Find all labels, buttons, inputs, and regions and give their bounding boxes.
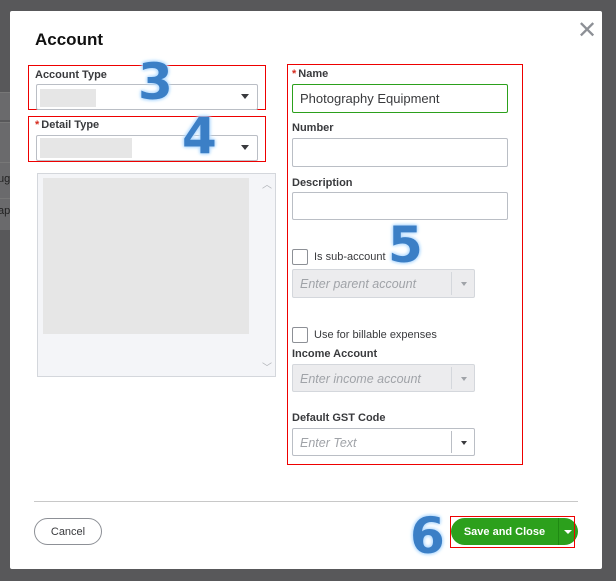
chevron-down-icon [461,282,467,286]
name-label: * Name [292,68,328,80]
footer-divider [34,501,578,502]
number-label: Number [292,122,334,134]
annotation-number: 6 [410,507,445,565]
billable-label: Use for billable expenses [314,329,437,341]
chevron-down-icon [241,94,249,99]
chevron-down-icon [241,145,249,150]
gst-code-label: Default GST Code [292,412,386,424]
background-text: ug [0,173,11,185]
cancel-label: Cancel [50,525,86,538]
highlight-box [450,516,575,548]
name-label-text: Name [298,68,329,80]
cancel-button[interactable]: Cancel [34,518,102,545]
account-dialog: Account ✕ Account Type * Detail Type ︿ ﹀ … [10,11,602,569]
scroll-up-icon[interactable]: ︿ [262,176,272,191]
annotation-number: 5 [388,216,423,274]
detail-type-label: * Detail Type [35,119,99,131]
description-label: Description [292,177,353,189]
sub-account-label: Is sub-account [314,251,386,263]
detail-description-box: ︿ ﹀ [37,173,276,377]
parent-account-select[interactable]: Enter parent account [292,269,475,298]
chevron-down-icon [461,441,467,445]
income-account-placeholder: Enter income account [300,372,421,386]
account-type-value [40,89,96,107]
name-input[interactable]: Photography Equipment [292,84,508,113]
gst-code-placeholder: Enter Text [300,436,357,450]
detail-type-select[interactable] [36,135,258,161]
account-type-label: Account Type [35,69,107,81]
annotation-number: 3 [138,53,173,111]
detail-type-value [40,138,132,158]
annotation-number: 4 [182,107,217,165]
required-mark: * [35,119,40,131]
sub-account-checkbox[interactable] [292,249,308,265]
chevron-down-icon [461,377,467,381]
billable-checkbox[interactable] [292,327,308,343]
close-icon[interactable]: ✕ [577,16,597,45]
detail-type-label-text: Detail Type [41,119,100,131]
parent-account-placeholder: Enter parent account [300,277,417,291]
gst-code-select[interactable]: Enter Text [292,428,475,456]
scroll-down-icon[interactable]: ﹀ [262,359,272,374]
background-text: ap [0,205,11,217]
income-account-select[interactable]: Enter income account [292,364,475,392]
income-account-label: Income Account [292,348,378,360]
number-input[interactable] [292,138,508,167]
detail-description-text [43,178,249,334]
dialog-title: Account [35,30,103,49]
required-mark: * [292,68,297,80]
